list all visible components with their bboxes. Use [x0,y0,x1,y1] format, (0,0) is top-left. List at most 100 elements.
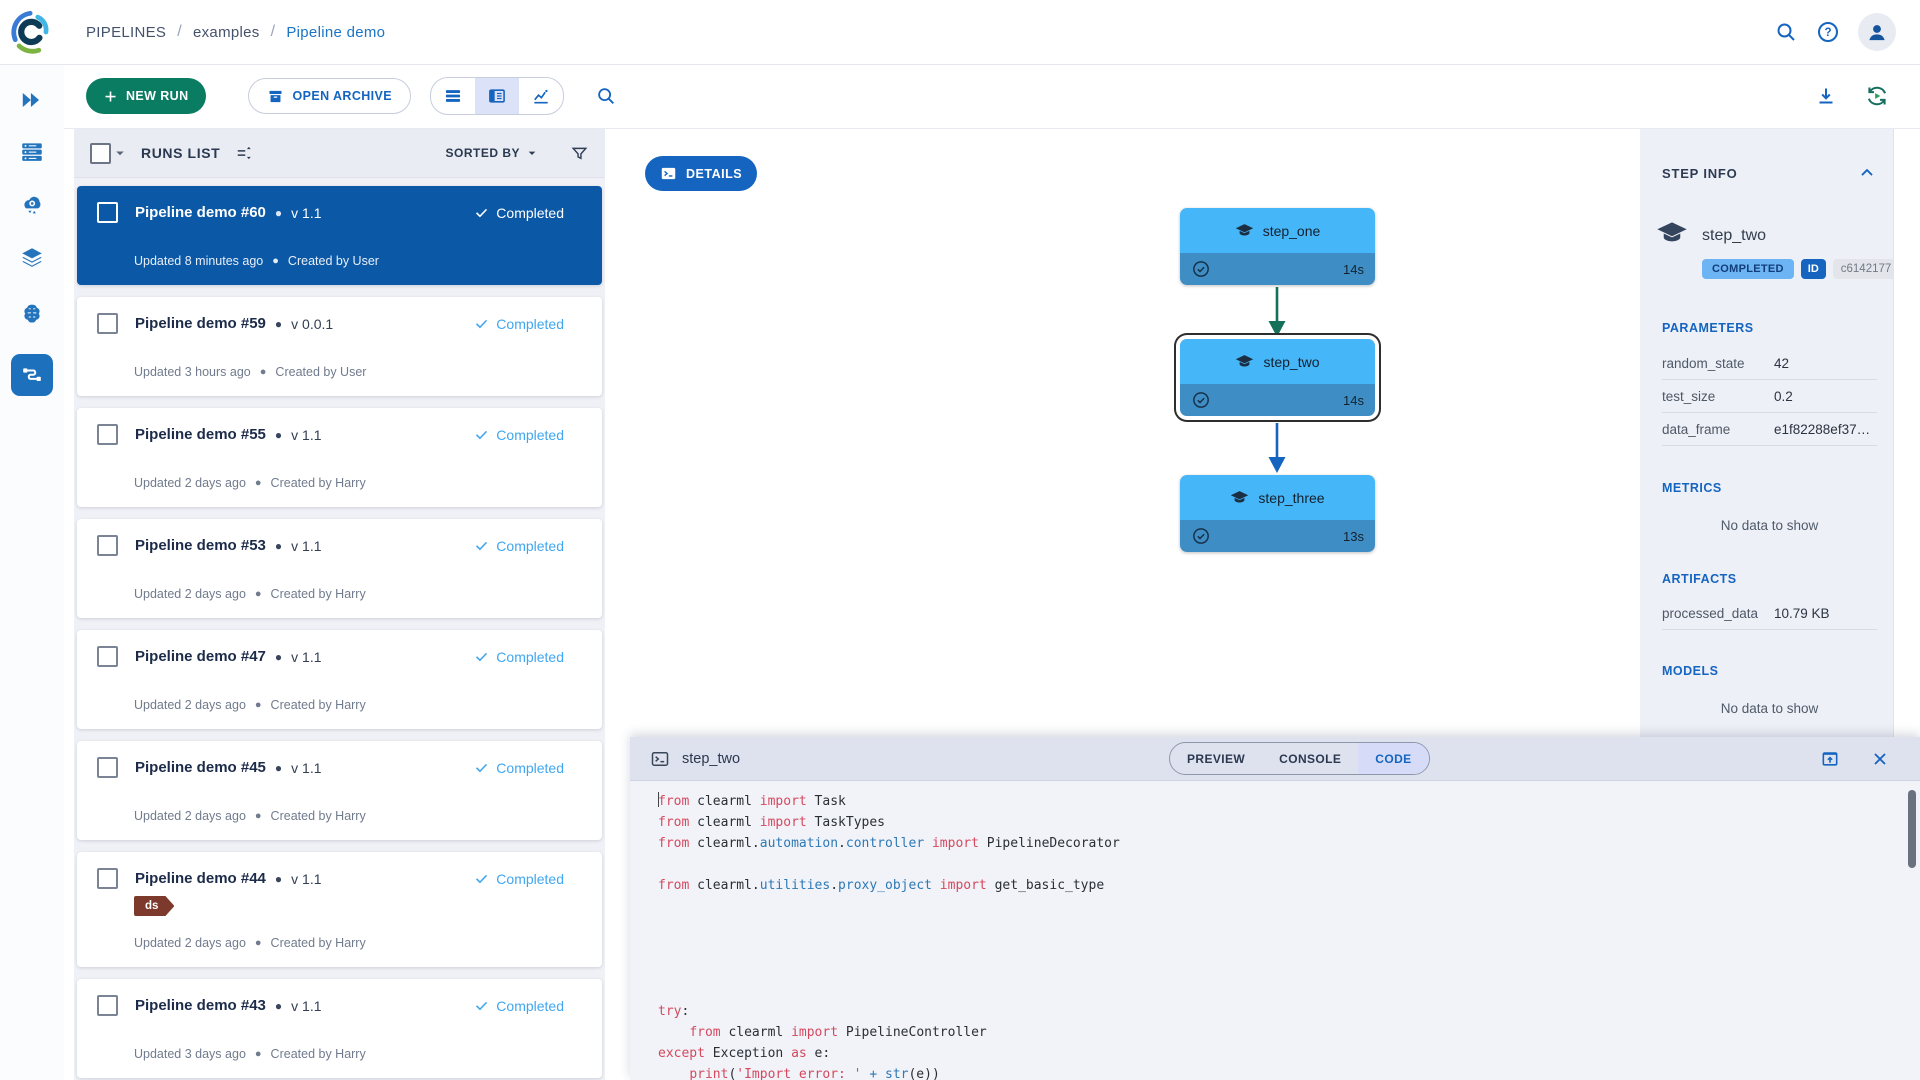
open-in-window-icon[interactable] [1820,749,1840,769]
chart-view-button[interactable] [519,78,563,114]
run-version: v 1.1 [291,649,321,665]
split-view-button[interactable] [475,78,519,114]
code-line [658,980,1900,1001]
new-run-button[interactable]: NEW RUN [86,78,206,114]
info-row-label: random_state [1662,356,1774,371]
clearml-logo-icon[interactable] [10,9,56,55]
archive-icon [267,88,284,105]
dot-separator: ● [255,699,262,711]
code-line: except Exception as e: [658,1043,1900,1064]
run-status: Completed [474,316,564,332]
open-archive-label: OPEN ARCHIVE [293,89,393,103]
breadcrumb-current[interactable]: Pipeline demo [286,24,385,41]
user-avatar[interactable] [1858,13,1896,51]
run-checkbox[interactable] [97,535,118,556]
sort-icon[interactable] [234,143,254,163]
code-token: from [689,1025,720,1040]
sidebar-item-pipelines[interactable] [0,353,64,397]
run-tag[interactable]: ds [134,896,174,916]
breadcrumb-root[interactable]: PIPELINES [86,24,166,41]
sidebar-item-projects[interactable] [0,130,64,174]
table-view-icon [443,86,463,106]
run-card-top-row: Pipeline demo #59●v 0.0.1Completed [97,313,564,334]
pipeline-node-step-three[interactable]: step_three 13s [1180,475,1375,552]
run-creator: Created by User [275,365,366,379]
run-status: Completed [474,427,564,443]
pipeline-node-step-two[interactable]: step_two 14s [1180,339,1375,416]
double-chevron-icon [19,87,45,113]
info-row: data_framee1f82288ef3747... [1662,413,1877,446]
run-checkbox[interactable] [97,868,118,889]
details-button[interactable]: DETAILS [645,156,757,191]
tab-code[interactable]: CODE [1358,743,1428,774]
run-status-label: Completed [496,649,564,665]
dot-separator: ● [255,588,262,600]
node-header: step_one [1180,208,1375,253]
run-card-top-row: Pipeline demo #53●v 1.1Completed [97,535,564,556]
code-token: from [658,815,689,830]
code-line [658,959,1900,980]
check-circle-icon [1191,390,1211,410]
run-card[interactable]: Pipeline demo #60●v 1.1CompletedUpdated … [77,186,602,285]
run-creator: Created by User [288,254,379,268]
terminal-icon [650,749,670,769]
select-all-caret-icon[interactable] [111,144,129,162]
open-archive-button[interactable]: OPEN ARCHIVE [248,78,412,114]
sidebar-item-datasets[interactable] [0,236,64,280]
code-viewer[interactable]: from clearml import Taskfrom clearml imp… [630,781,1920,1080]
code-line [658,938,1900,959]
run-card[interactable]: Pipeline demo #59●v 0.0.1CompletedUpdate… [77,297,602,396]
auto-refresh-icon[interactable] [1864,83,1890,109]
run-card[interactable]: Pipeline demo #47●v 1.1CompletedUpdated … [77,630,602,729]
search-runs-icon[interactable] [595,85,617,107]
run-checkbox[interactable] [97,757,118,778]
sidebar-item-dashboard[interactable] [0,78,64,122]
run-subtitle: Updated 2 days ago●Created by Harry [134,809,366,823]
breadcrumb-project[interactable]: examples [193,24,260,41]
pipeline-node-step-one[interactable]: step_one 14s [1180,208,1375,285]
id-badge[interactable]: ID [1801,259,1826,279]
sorted-by-button[interactable]: SORTED BY [445,146,520,160]
run-tags: ds [134,896,174,916]
code-line [658,917,1900,938]
sidebar-item-workers[interactable] [0,182,64,226]
code-token: . [838,836,846,851]
run-card[interactable]: Pipeline demo #43●v 1.1CompletedUpdated … [77,979,602,1078]
tab-preview[interactable]: PREVIEW [1170,743,1262,774]
run-checkbox[interactable] [97,202,118,223]
code-token: clearml [689,815,759,830]
run-card[interactable]: Pipeline demo #55●v 1.1CompletedUpdated … [77,408,602,507]
search-icon[interactable] [1774,20,1798,44]
code-scrollbar-thumb[interactable] [1908,790,1916,868]
table-view-button[interactable] [431,78,475,114]
code-line: print('Import error: ' + str(e)) [658,1064,1900,1080]
metrics-empty-text: No data to show [1662,518,1877,533]
sidebar-item-models[interactable] [0,292,64,336]
run-card[interactable]: Pipeline demo #53●v 1.1CompletedUpdated … [77,519,602,618]
run-card[interactable]: Pipeline demo #44●v 1.1CompleteddsUpdate… [77,852,602,967]
run-checkbox[interactable] [97,424,118,445]
node-duration: 14s [1343,262,1364,277]
select-all-checkbox[interactable] [90,143,111,164]
chevron-up-icon[interactable] [1857,163,1877,183]
close-icon[interactable] [1870,749,1890,769]
run-card[interactable]: Pipeline demo #45●v 1.1CompletedUpdated … [77,741,602,840]
tab-console[interactable]: CONSOLE [1262,743,1358,774]
code-token: controller [846,836,924,851]
step-detail-header: step_two PREVIEWCONSOLECODE [630,737,1920,781]
check-icon [474,998,489,1013]
run-title: Pipeline demo #45 [135,759,266,776]
run-title: Pipeline demo #60 [135,204,266,221]
code-token: clearml [721,1025,791,1040]
run-checkbox[interactable] [97,995,118,1016]
run-checkbox[interactable] [97,313,118,334]
filter-funnel-icon[interactable] [570,144,589,163]
dot-separator: ● [275,206,282,220]
download-icon[interactable] [1814,84,1838,108]
run-checkbox[interactable] [97,646,118,667]
sorted-by-caret-icon[interactable] [524,145,540,161]
check-circle-icon [1191,526,1211,546]
run-card-top-row: Pipeline demo #47●v 1.1Completed [97,646,564,667]
help-icon[interactable]: ? [1816,20,1840,44]
code-token: from [658,836,689,851]
